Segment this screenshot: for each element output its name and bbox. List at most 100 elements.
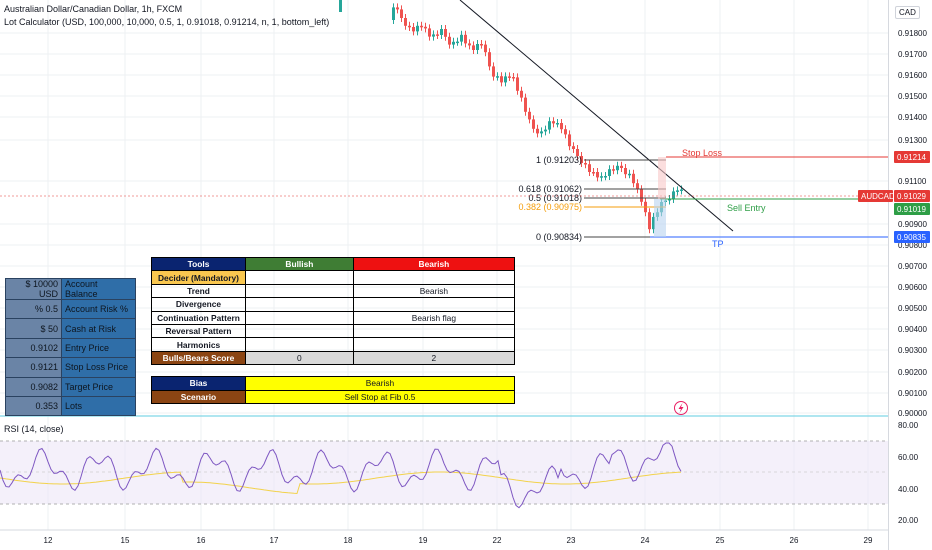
row-bearish — [352, 270, 516, 285]
table-row: Harmonics — [151, 337, 516, 352]
candle-body — [544, 129, 547, 132]
candle-body — [512, 77, 515, 79]
lot-calc-value: 0.9102 — [5, 337, 62, 359]
time-tick: 18 — [344, 536, 353, 545]
lot-calc-value: % 0.5 — [5, 298, 62, 320]
candle-body — [572, 146, 575, 149]
tools-header: Tools — [151, 256, 246, 272]
candle-body — [592, 172, 595, 174]
lot-calc-label: Cash at Risk — [61, 318, 136, 339]
candle-body — [468, 43, 471, 46]
candle-body — [564, 129, 567, 135]
reward-zone — [654, 199, 666, 237]
lot-calc-row: 0.9102 Entry Price — [5, 337, 136, 359]
candle-body — [436, 34, 439, 36]
lot-calc-label: Account Balance — [61, 278, 136, 300]
stop-loss-label: Stop Loss — [682, 148, 723, 158]
currency-label: CAD — [895, 6, 920, 19]
fib-level-0382: 0.382 (0.90975) — [518, 202, 582, 212]
time-tick: 16 — [197, 536, 206, 545]
candle-body — [400, 9, 403, 18]
fib-retracement: 1 (0.91203) 0.618 (0.91062) 0.5 (0.91018… — [518, 155, 666, 242]
lot-calc-label: Stop Loss Price — [61, 357, 136, 378]
candle-body — [680, 189, 683, 191]
table-row: Trend Bearish — [151, 283, 516, 299]
candle-body — [636, 183, 639, 190]
candle-body — [396, 7, 399, 10]
candle-body — [560, 123, 563, 130]
row-label: Trend — [151, 283, 246, 299]
tools-table: Tools Bullish Bearish Decider (Mandatory… — [151, 256, 516, 404]
time-tick: 15 — [121, 536, 130, 545]
candle-body — [600, 176, 603, 178]
table-row: Reversal Pattern — [151, 323, 516, 339]
time-tick: 25 — [716, 536, 725, 545]
candle-body — [604, 176, 607, 178]
candle-body — [440, 29, 443, 35]
candle-body — [556, 123, 559, 125]
candle-body — [640, 189, 643, 202]
candle-body — [416, 25, 419, 32]
candle-body — [608, 169, 611, 176]
candle-body — [596, 172, 599, 178]
fib-level-0: 0 (0.90834) — [536, 232, 582, 242]
table-row: Divergence — [151, 297, 516, 312]
risk-zone — [658, 157, 666, 199]
candle-body — [548, 121, 551, 130]
trendline — [459, 0, 734, 232]
row-bearish: Bearish — [352, 283, 516, 299]
candle-body — [444, 29, 447, 37]
candle-body — [676, 190, 679, 192]
scenario-value: Sell Stop at Fib 0.5 — [245, 389, 515, 404]
lot-calc-label: Lots — [61, 395, 136, 417]
bias-value: Bearish — [245, 376, 515, 391]
bias-row: Bias Bearish — [151, 376, 515, 391]
time-tick: 17 — [270, 536, 279, 545]
bias-label: Bias — [151, 376, 246, 391]
row-bullish — [245, 323, 354, 339]
price-axis[interactable]: CAD — [888, 0, 932, 550]
candle-body — [484, 44, 487, 53]
candle-body — [536, 128, 539, 134]
row-bullish — [245, 297, 354, 312]
lot-calc-row: % 0.5 Account Risk % — [5, 298, 136, 320]
row-bullish — [245, 310, 354, 325]
candle-body — [500, 76, 503, 83]
time-tick: 19 — [419, 536, 428, 545]
candle-body — [628, 173, 631, 176]
row-label: Harmonics — [151, 337, 246, 352]
lot-calc-row: 0.9121 Stop Loss Price — [5, 357, 136, 378]
lot-calc-row: $ 50 Cash at Risk — [5, 318, 136, 339]
candle-body — [520, 90, 523, 98]
candle-body — [404, 18, 407, 26]
candle-body — [432, 34, 435, 37]
candle-body — [492, 66, 495, 77]
time-tick: 26 — [790, 536, 799, 545]
row-bearish — [352, 323, 516, 339]
candle-body — [624, 168, 627, 175]
candle-body — [620, 165, 623, 168]
candle-body — [612, 169, 615, 171]
candle-body — [472, 45, 475, 50]
row-bearish — [352, 337, 516, 352]
indicator-title: Lot Calculator (USD, 100,000, 10,000, 0.… — [4, 17, 330, 27]
scenario-label: Scenario — [151, 389, 246, 404]
candle-body — [448, 36, 451, 45]
bearish-score: 2 — [352, 350, 516, 366]
lot-calc-value: 0.9082 — [5, 376, 62, 397]
time-tick: 12 — [44, 536, 53, 545]
time-tick: 29 — [864, 536, 873, 545]
row-label: Decider (Mandatory) — [151, 270, 246, 285]
lot-calculator-table: $ 10000 USD Account Balance% 0.5 Account R… — [5, 278, 136, 417]
candle-body — [488, 52, 491, 67]
table-row: Continuation Pattern Bearish flag — [151, 310, 516, 325]
candle-body — [616, 165, 619, 171]
candle-body — [420, 25, 423, 28]
candle-body — [552, 121, 555, 124]
candle-body — [496, 76, 499, 78]
candle-body — [408, 25, 411, 28]
table-row: Decider (Mandatory) — [151, 270, 516, 285]
row-label: Divergence — [151, 297, 246, 312]
row-bullish — [245, 283, 354, 299]
sell-entry-label: Sell Entry — [727, 203, 766, 213]
